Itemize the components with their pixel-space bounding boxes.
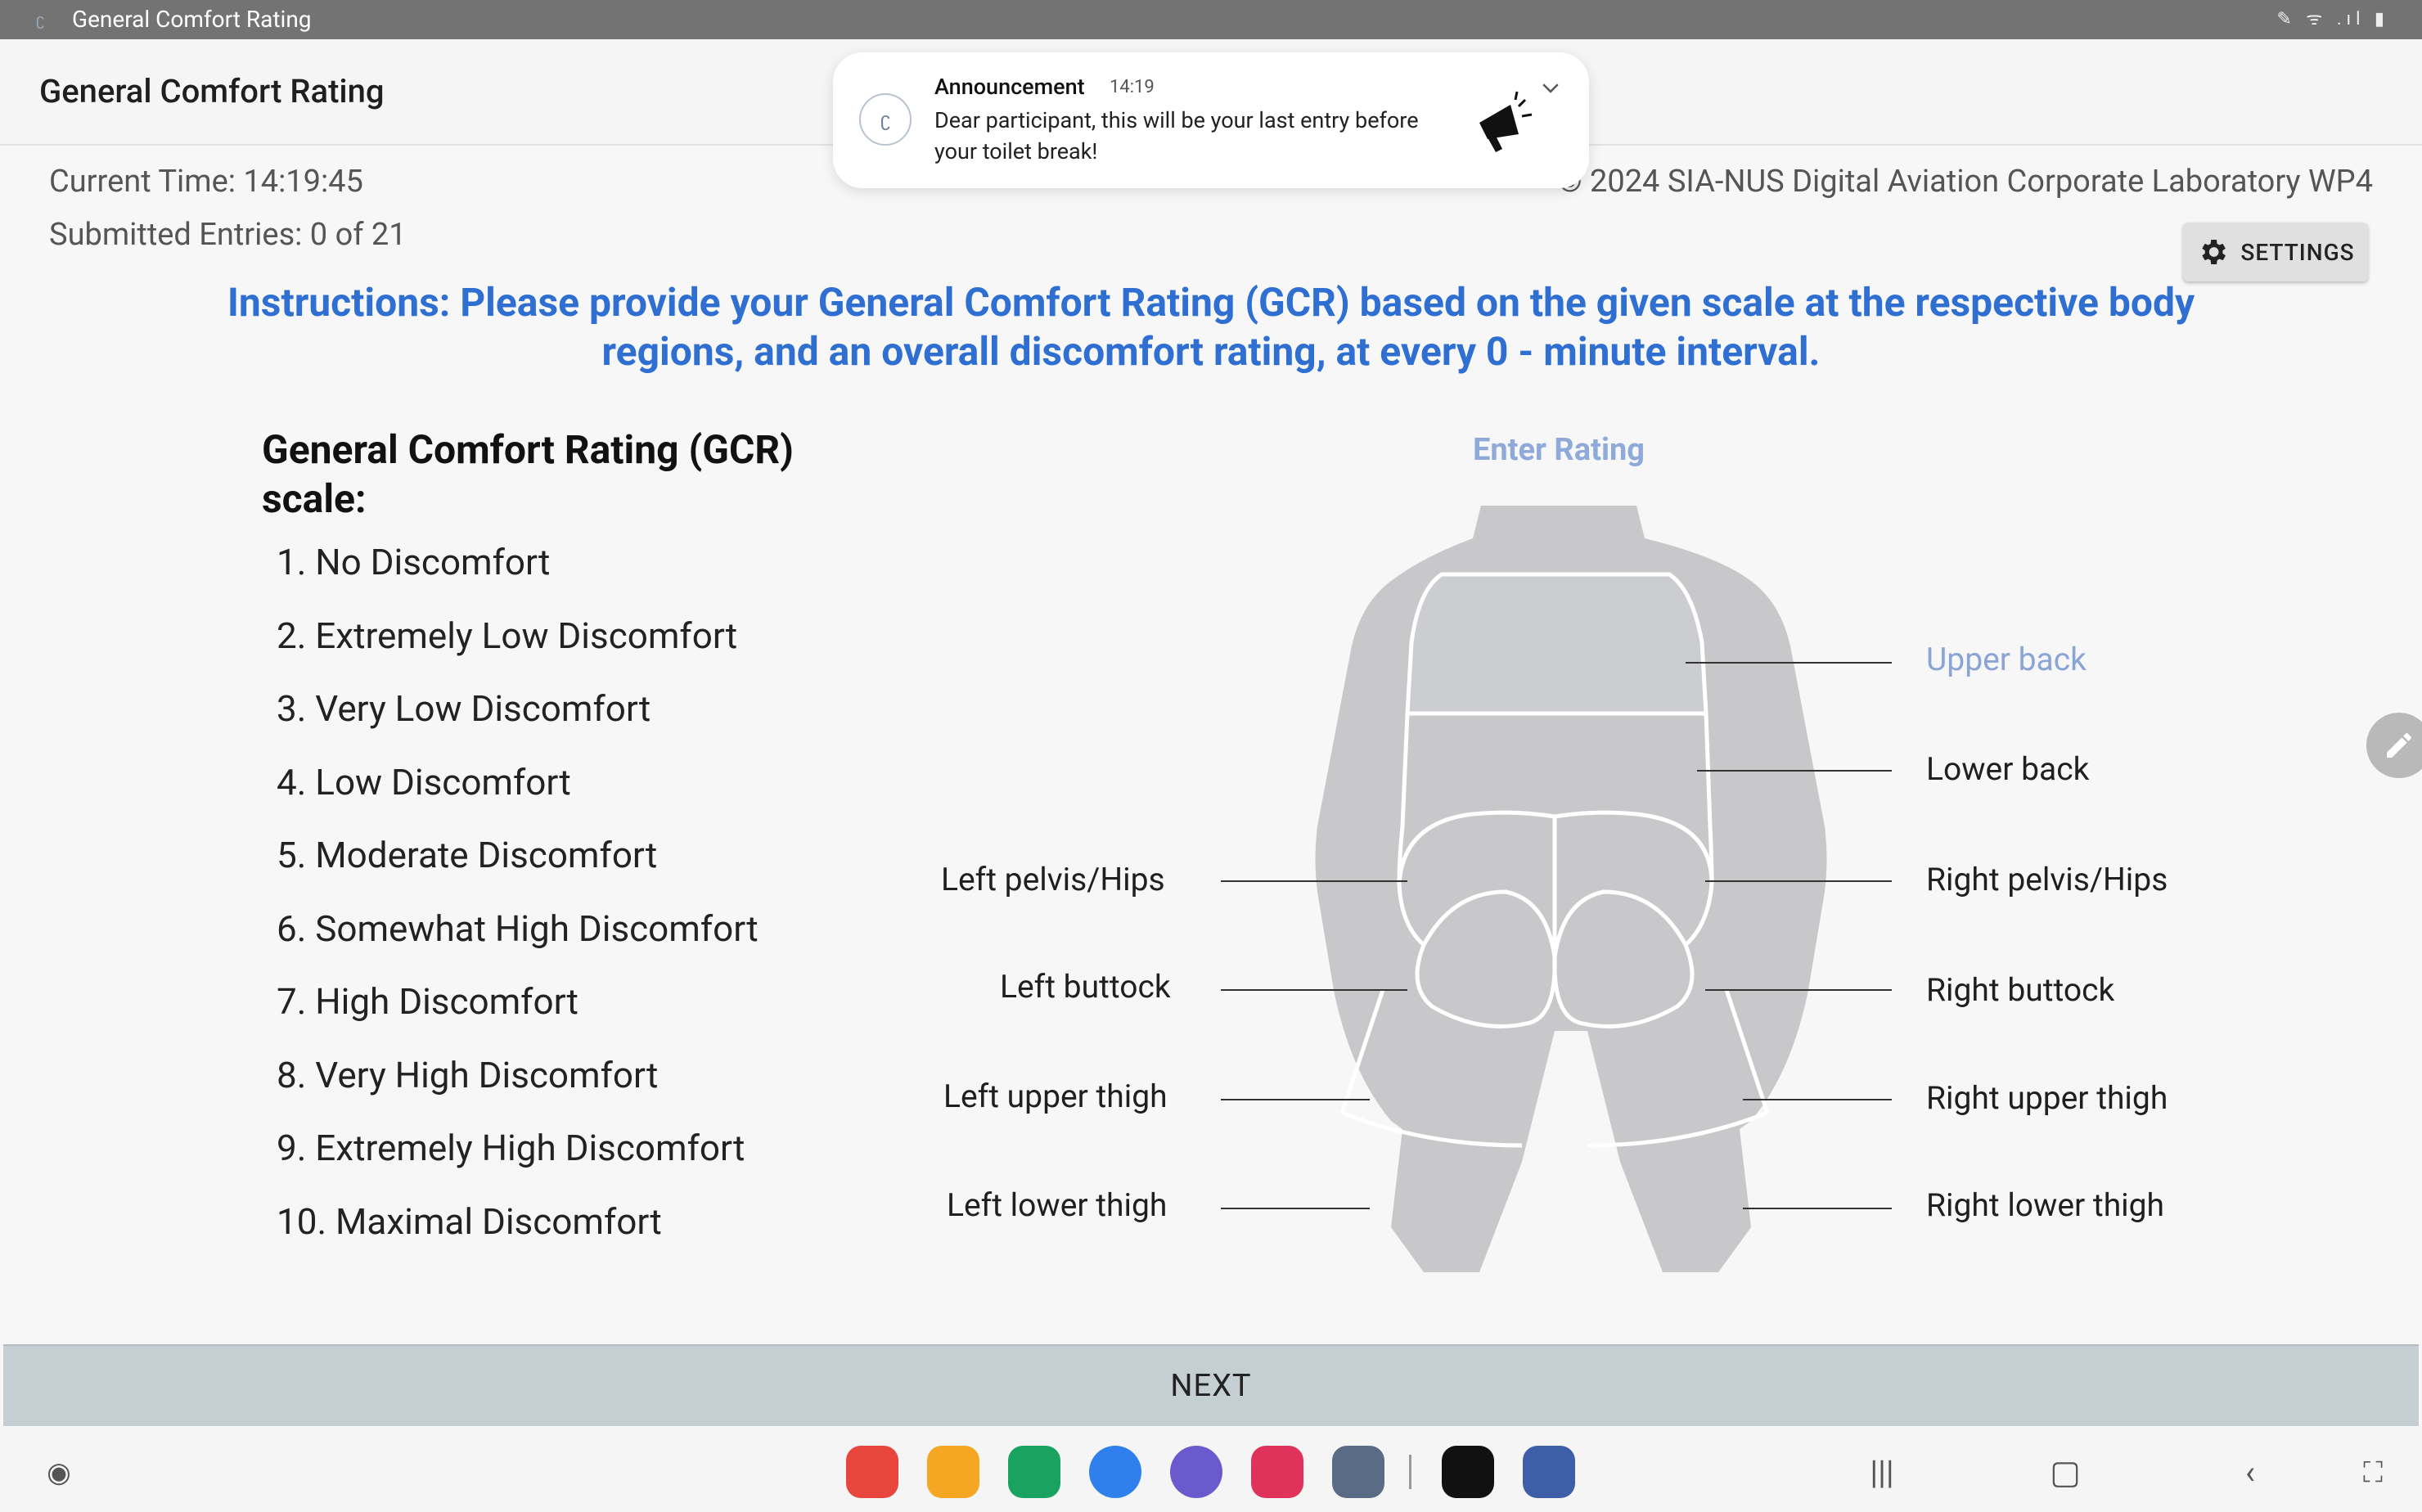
announcement-notification[interactable]: ʗ Announcement 14:19 Dear participant, t… xyxy=(833,52,1589,188)
messages-app-icon[interactable] xyxy=(1089,1446,1141,1498)
game-launcher-icon[interactable]: ◉ xyxy=(34,1448,83,1497)
status-bar: ʗ General Comfort Rating ✎ ᯤ .ıl ▮ xyxy=(0,0,2422,39)
scale-item: 10. Maximal Discomfort xyxy=(277,1199,662,1243)
region-left-lower-thigh[interactable]: Left lower thigh xyxy=(947,1186,1167,1224)
right-upper-thigh-leader xyxy=(1743,1099,1892,1100)
left-buttock-leader xyxy=(1221,989,1407,991)
region-right-upper-thigh[interactable]: Right upper thigh xyxy=(1926,1079,2168,1117)
accessibility-icon[interactable]: ⛶ xyxy=(2348,1448,2397,1497)
left-lower-thigh-leader xyxy=(1221,1208,1370,1209)
chevron-down-icon[interactable] xyxy=(1538,75,1563,100)
camera-app-icon[interactable] xyxy=(1251,1446,1303,1498)
files-app-icon[interactable] xyxy=(927,1446,979,1498)
upper-back-leader xyxy=(1686,662,1892,664)
scale-item: 5. Moderate Discomfort xyxy=(277,834,658,876)
scale-item: 7. High Discomfort xyxy=(277,980,578,1023)
settings-label: SETTINGS xyxy=(2240,238,2355,266)
edit-handle-button[interactable] xyxy=(2366,713,2422,778)
internet-app-icon[interactable] xyxy=(1170,1446,1222,1498)
gear-icon xyxy=(2202,240,2226,264)
megaphone-icon xyxy=(1479,91,1533,152)
notes-app-icon[interactable] xyxy=(846,1446,898,1498)
scale-item: 4. Low Discomfort xyxy=(277,760,571,803)
copyright-text: © 2024 SIA-NUS Digital Aviation Corporat… xyxy=(1557,164,2373,200)
scale-item: 1. No Discomfort xyxy=(277,541,551,583)
status-bar-title: General Comfort Rating xyxy=(72,6,312,33)
scale-item: 8. Very High Discomfort xyxy=(277,1053,659,1096)
dock-separator xyxy=(1409,1455,1411,1489)
app-logo-icon: ʗ xyxy=(36,10,44,29)
scale-title: General Comfort Rating (GCR) scale: xyxy=(262,426,795,522)
system-status-icons: ✎ ᯤ .ıl ▮ xyxy=(2276,9,2389,29)
scale-item: 2. Extremely Low Discomfort xyxy=(277,614,738,657)
body-map-figure xyxy=(1315,506,1827,1272)
region-left-pelvis[interactable]: Left pelvis/Hips xyxy=(941,861,1165,898)
region-right-buttock[interactable]: Right buttock xyxy=(1926,971,2114,1009)
left-upper-thigh-leader xyxy=(1221,1099,1370,1100)
page-title: General Comfort Rating xyxy=(39,72,385,110)
scale-item: 3. Very Low Discomfort xyxy=(277,687,651,730)
settings-button[interactable]: SETTINGS xyxy=(2183,223,2368,281)
next-button[interactable]: NEXT xyxy=(3,1344,2419,1426)
enter-rating-label: Enter Rating xyxy=(1473,432,1645,468)
netflix-app-icon[interactable] xyxy=(1442,1446,1494,1498)
region-left-buttock[interactable]: Left buttock xyxy=(1000,968,1171,1006)
app-notification-icon: ʗ xyxy=(859,93,912,146)
region-right-lower-thigh[interactable]: Right lower thigh xyxy=(1926,1186,2164,1224)
next-label: NEXT xyxy=(1170,1368,1252,1404)
upper-back-region[interactable] xyxy=(1405,572,1708,716)
pencil-icon xyxy=(2387,733,2411,758)
current-time: Current Time: 14:19:45 xyxy=(49,164,363,200)
phone-app-icon[interactable] xyxy=(1008,1446,1060,1498)
region-upper-back[interactable]: Upper back xyxy=(1926,641,2087,678)
left-pelvis-leader xyxy=(1221,880,1407,882)
notification-title: Announcement xyxy=(934,74,1085,100)
scale-item: 9. Extremely High Discomfort xyxy=(277,1127,745,1169)
settings-app-icon[interactable] xyxy=(1523,1446,1575,1498)
region-lower-back[interactable]: Lower back xyxy=(1926,750,2089,788)
home-icon[interactable]: ▢ xyxy=(2041,1448,2090,1497)
scale-list: 1. No Discomfort 2. Extremely Low Discom… xyxy=(277,532,759,1264)
scale-item: 6. Somewhat High Discomfort xyxy=(277,907,759,950)
region-left-upper-thigh[interactable]: Left upper thigh xyxy=(943,1078,1168,1115)
right-pelvis-leader xyxy=(1705,880,1892,882)
notification-time: 14:19 xyxy=(1110,77,1155,97)
right-buttock-leader xyxy=(1705,989,1892,991)
notification-body: Dear participant, this will be your last… xyxy=(934,107,1419,164)
submitted-entries: Submitted Entries: 0 of 21 xyxy=(49,217,407,253)
back-icon[interactable]: ‹ xyxy=(2226,1448,2275,1497)
region-right-pelvis[interactable]: Right pelvis/Hips xyxy=(1926,861,2168,898)
right-lower-thigh-leader xyxy=(1743,1208,1892,1209)
lower-back-leader xyxy=(1697,770,1892,772)
apps-drawer-icon[interactable] xyxy=(1332,1446,1384,1498)
instructions-text: Instructions: Please provide your Genera… xyxy=(227,279,2195,375)
recent-apps-icon[interactable]: ||| xyxy=(1857,1448,1907,1497)
